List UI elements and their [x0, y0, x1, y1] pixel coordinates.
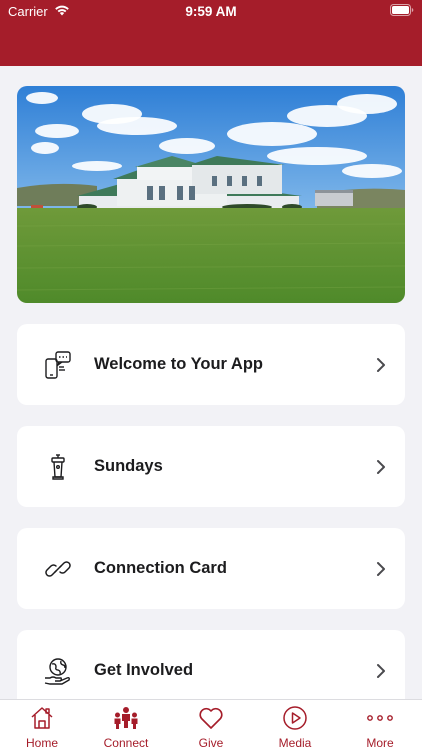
- app-screen: Carrier 9:59 AM Welcome to Your App Sund…: [0, 0, 422, 750]
- menu-item-connection-card[interactable]: Connection Card: [17, 528, 405, 609]
- heart-icon: [196, 704, 226, 732]
- tab-give[interactable]: Give: [169, 700, 253, 750]
- chevron-right-icon: [375, 356, 387, 374]
- battery-icon: [390, 4, 414, 19]
- chevron-right-icon: [375, 662, 387, 680]
- menu-item-label: Welcome to Your App: [94, 355, 263, 373]
- status-bar: Carrier 9:59 AM: [0, 0, 422, 24]
- tab-label: Media: [278, 736, 312, 750]
- globe-hand-icon: [43, 656, 73, 686]
- menu-item-label: Sundays: [94, 457, 163, 475]
- tab-label: Connect: [103, 736, 149, 750]
- tab-home[interactable]: Home: [0, 700, 84, 750]
- tab-label: Give: [198, 736, 224, 750]
- phone-chat-icon: [43, 350, 73, 380]
- home-icon: [27, 704, 57, 732]
- status-time: 9:59 AM: [185, 4, 237, 19]
- menu-item-label: Connection Card: [94, 559, 227, 577]
- chevron-right-icon: [375, 458, 387, 476]
- people-icon: [111, 704, 141, 732]
- tab-label: Home: [25, 736, 58, 750]
- tab-bar: Home Connect Give Media More: [0, 699, 422, 750]
- church-building-photo: [17, 86, 405, 303]
- podium-icon: [43, 452, 73, 482]
- play-icon: [280, 704, 310, 732]
- tab-connect[interactable]: Connect: [84, 700, 168, 750]
- chevron-right-icon: [375, 560, 387, 578]
- menu-item-sundays[interactable]: Sundays: [17, 426, 405, 507]
- menu-item-welcome[interactable]: Welcome to Your App: [17, 324, 405, 405]
- tab-media[interactable]: Media: [253, 700, 337, 750]
- tab-more[interactable]: More: [338, 700, 422, 750]
- link-icon: [43, 554, 73, 584]
- more-dots-icon: [365, 704, 395, 732]
- tab-label: More: [366, 736, 394, 750]
- header-bar: Carrier 9:59 AM: [0, 0, 422, 66]
